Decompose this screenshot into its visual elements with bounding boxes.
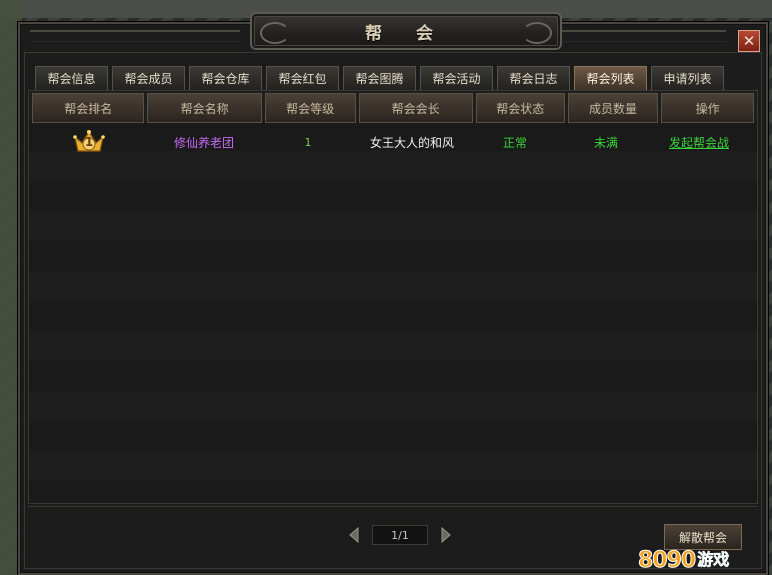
header-rank[interactable]: 帮会排名 — [32, 93, 145, 123]
watermark-text: 游戏 — [697, 550, 730, 570]
watermark-number: 8090 — [637, 548, 696, 574]
tab-guild-members[interactable]: 帮会成员 — [112, 66, 185, 90]
header-name[interactable]: 帮会名称 — [147, 93, 262, 123]
tab-guild-list[interactable]: 帮会列表 — [574, 66, 647, 90]
rank-cell: 1 — [32, 129, 146, 155]
guild-member-count: 未满 — [593, 135, 618, 150]
header-member-count[interactable]: 成员数量 — [567, 93, 659, 123]
tab-guild-log[interactable]: 帮会日志 — [497, 66, 570, 90]
table-row: 1 修仙养老团 1 女王大人的和风 正常 未满 发起帮会战 — [29, 125, 757, 159]
tab-guild-warehouse[interactable]: 帮会仓库 — [189, 66, 262, 90]
tab-guild-activity[interactable]: 帮会活动 — [420, 66, 493, 90]
crown-icon: 1 — [72, 129, 106, 155]
header-action[interactable]: 操作 — [661, 93, 755, 123]
tab-guild-red-packet[interactable]: 帮会红包 — [266, 66, 339, 90]
close-button[interactable]: ✕ — [738, 30, 760, 52]
arrow-right-icon[interactable] — [436, 526, 454, 544]
rank-number: 1 — [84, 135, 94, 149]
page-indicator: 1/1 — [372, 525, 428, 545]
tab-guild-totem[interactable]: 帮会图腾 — [343, 66, 416, 90]
pagination: 1/1 — [346, 525, 454, 545]
guild-leader: 女王大人的和风 — [369, 135, 454, 150]
declare-guild-war-link[interactable]: 发起帮会战 — [669, 134, 729, 151]
action-cell: 发起帮会战 — [652, 134, 746, 151]
window-title: 帮 会 — [365, 23, 447, 44]
close-icon: ✕ — [742, 32, 756, 50]
header-leader[interactable]: 帮会会长 — [358, 93, 473, 123]
tab-guild-info[interactable]: 帮会信息 — [35, 66, 108, 90]
guild-window: 帮 会 ✕ 帮会信息 帮会成员 帮会仓库 帮会红包 帮会图腾 帮会活动 帮会日志… — [18, 12, 768, 575]
guild-name: 修仙养老团 — [173, 135, 234, 150]
title-plate: 帮 会 — [250, 12, 562, 50]
header-status[interactable]: 帮会状态 — [475, 93, 565, 123]
guild-status: 正常 — [502, 135, 527, 150]
title-ornament-left — [30, 30, 240, 42]
tab-bar: 帮会信息 帮会成员 帮会仓库 帮会红包 帮会图腾 帮会活动 帮会日志 帮会列表 … — [35, 66, 724, 90]
table-header: 帮会排名 帮会名称 帮会等级 帮会会长 帮会状态 成员数量 操作 — [29, 91, 757, 125]
guild-level: 1 — [304, 135, 312, 149]
tab-application-list[interactable]: 申请列表 — [651, 66, 724, 90]
site-watermark-logo: 8090 游戏 — [637, 539, 768, 574]
header-level[interactable]: 帮会等级 — [264, 93, 356, 123]
arrow-left-icon[interactable] — [346, 526, 364, 544]
guild-list-table: 帮会排名 帮会名称 帮会等级 帮会会长 帮会状态 成员数量 操作 1 修仙养老团… — [28, 90, 758, 504]
